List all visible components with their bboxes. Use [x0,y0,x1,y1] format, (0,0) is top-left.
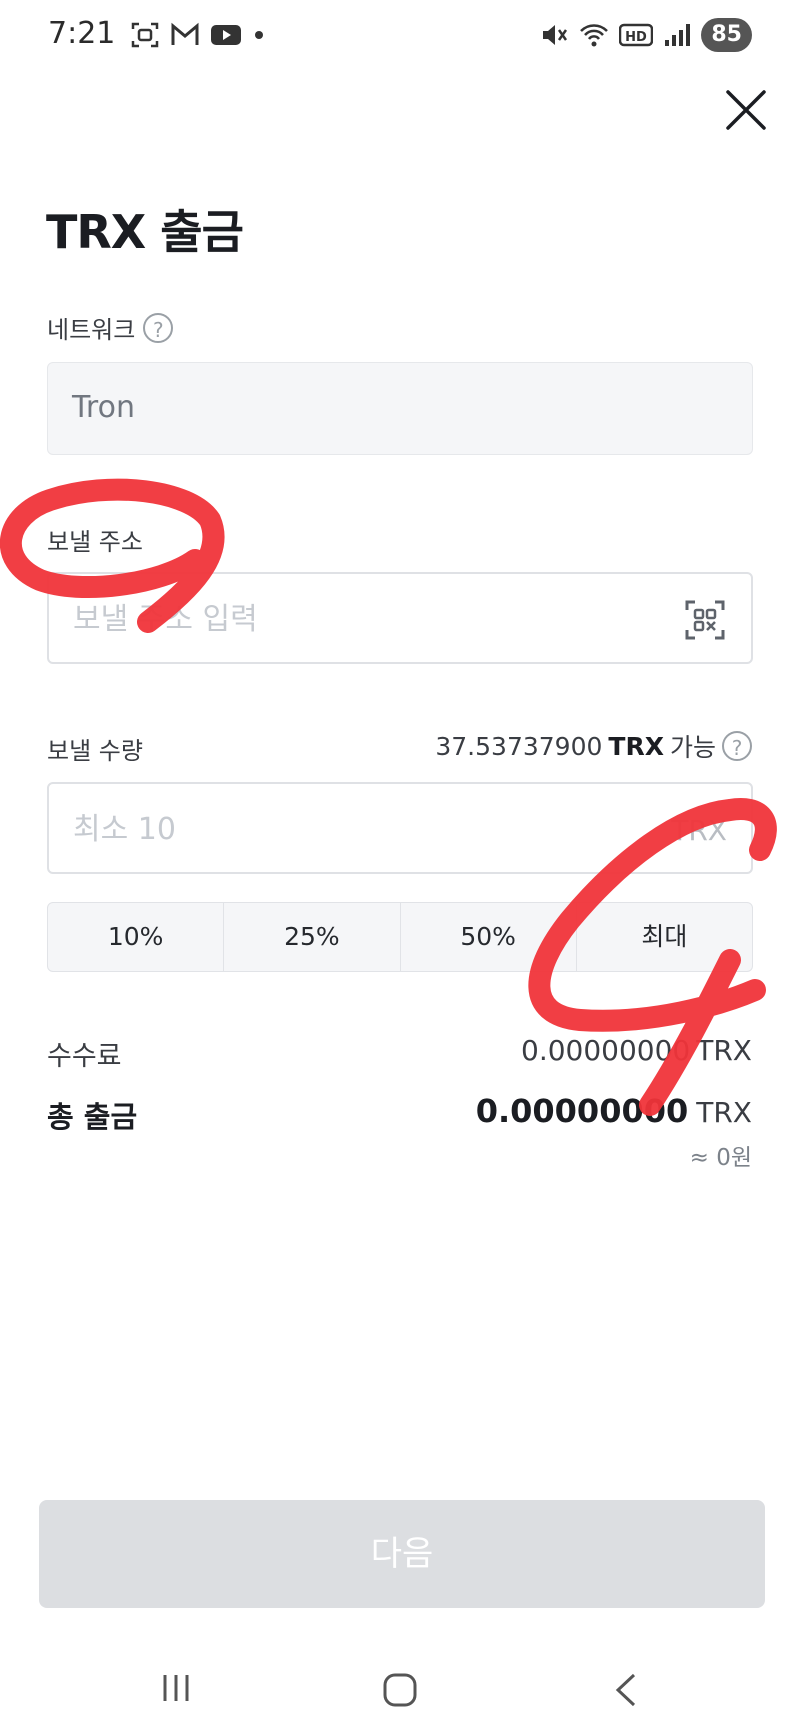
available-unit: TRX [608,731,664,761]
hd-icon: HD [619,23,654,47]
page-title: TRX 출금 [46,205,244,259]
fee-label: 수수료 [47,1041,122,1072]
status-left-icons [130,20,266,50]
available-suffix: 가능 [669,733,716,762]
max-button[interactable]: 최대 [577,903,752,971]
address-field [47,572,753,664]
gmail-icon [171,22,199,45]
network-help-icon[interactable]: ? [143,312,174,343]
status-time: 7:21 [48,16,116,51]
next-button[interactable]: 다음 [39,1500,765,1608]
mute-icon [543,25,568,45]
percent-50-button[interactable]: 50% [401,903,577,971]
screenshot-icon [131,22,159,48]
svg-text:HD: HD [626,30,648,45]
available-balance-row: 37.53737900 TRX 가능 ? [435,728,752,764]
navigation-bar [0,1650,800,1734]
network-field: Tron [47,362,753,455]
dot-icon [255,31,263,39]
fee-row: 0.00000000 TRX [521,1034,752,1067]
status-right-icons: HD 85 [539,18,752,52]
status-bar: 7:21 HD 85 [0,0,800,72]
available-amount: 37.53737900 [435,731,603,761]
amount-input[interactable] [71,784,635,874]
fee-unit: TRX [696,1034,752,1067]
amount-help-icon[interactable]: ? [722,731,752,761]
signal-icon [665,24,691,46]
battery-icon: 85 [701,18,752,52]
youtube-icon [211,25,241,45]
amount-label: 보낼 수량 [47,737,143,765]
amount-unit: TRX [671,814,727,847]
krw-estimate: ≈ 0원 [689,1145,752,1171]
close-icon[interactable] [724,88,768,132]
total-value: 0.00000000 [475,1092,689,1130]
amount-field: TRX [47,782,753,874]
total-label: 총 출금 [47,1100,138,1134]
network-label-row: 네트워크 ? [47,310,174,345]
total-unit: TRX [696,1096,752,1129]
percent-button-group: 10% 25% 50% 최대 [47,902,753,972]
percent-10-button[interactable]: 10% [48,903,225,971]
fee-value: 0.00000000 [521,1034,691,1067]
qr-scan-icon[interactable] [685,600,725,640]
back-icon[interactable] [612,1672,640,1708]
network-value: Tron [72,390,135,425]
network-label: 네트워크 [47,316,136,344]
address-label: 보낼 주소 [47,528,143,556]
total-row: 0.00000000 TRX [476,1092,752,1130]
home-icon[interactable] [382,1672,418,1708]
percent-25-button[interactable]: 25% [224,903,401,971]
recent-apps-icon[interactable] [160,1672,192,1704]
wifi-icon [580,24,609,47]
address-input[interactable] [71,574,635,664]
